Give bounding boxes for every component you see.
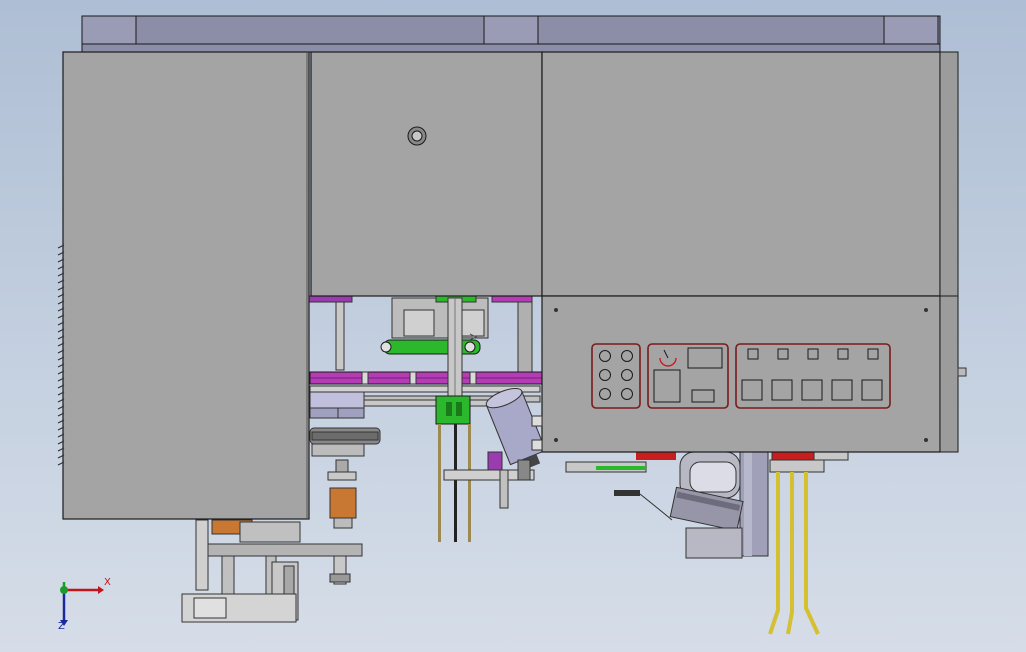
round-button (621, 369, 633, 381)
square-button (837, 348, 849, 360)
square-button (861, 379, 883, 401)
right-actuator (565, 451, 849, 635)
coordinate-triad (60, 582, 104, 626)
square-button (741, 379, 763, 401)
square-button (867, 348, 879, 360)
control-panel-left-group (591, 343, 641, 409)
square-button (747, 348, 759, 360)
center-upper-panel (310, 51, 543, 297)
square-button (777, 348, 789, 360)
square-button (831, 379, 853, 401)
machine-assembly-drawing (57, 15, 967, 635)
round-button (621, 350, 633, 362)
x-axis-label: X (104, 577, 111, 588)
square-button (771, 379, 793, 401)
round-button (599, 350, 611, 362)
round-button (599, 369, 611, 381)
control-panel-middle-group (647, 343, 729, 409)
z-axis-label: Z (58, 621, 65, 632)
cad-viewport[interactable]: X Z (0, 0, 1026, 652)
round-button (599, 388, 611, 400)
top-mounting-plate (81, 15, 941, 53)
round-button (621, 388, 633, 400)
square-button (807, 348, 819, 360)
left-cabinet-panel (62, 51, 310, 520)
square-button (801, 379, 823, 401)
right-upper-panel (541, 51, 959, 297)
control-panel-right-group (735, 343, 891, 409)
